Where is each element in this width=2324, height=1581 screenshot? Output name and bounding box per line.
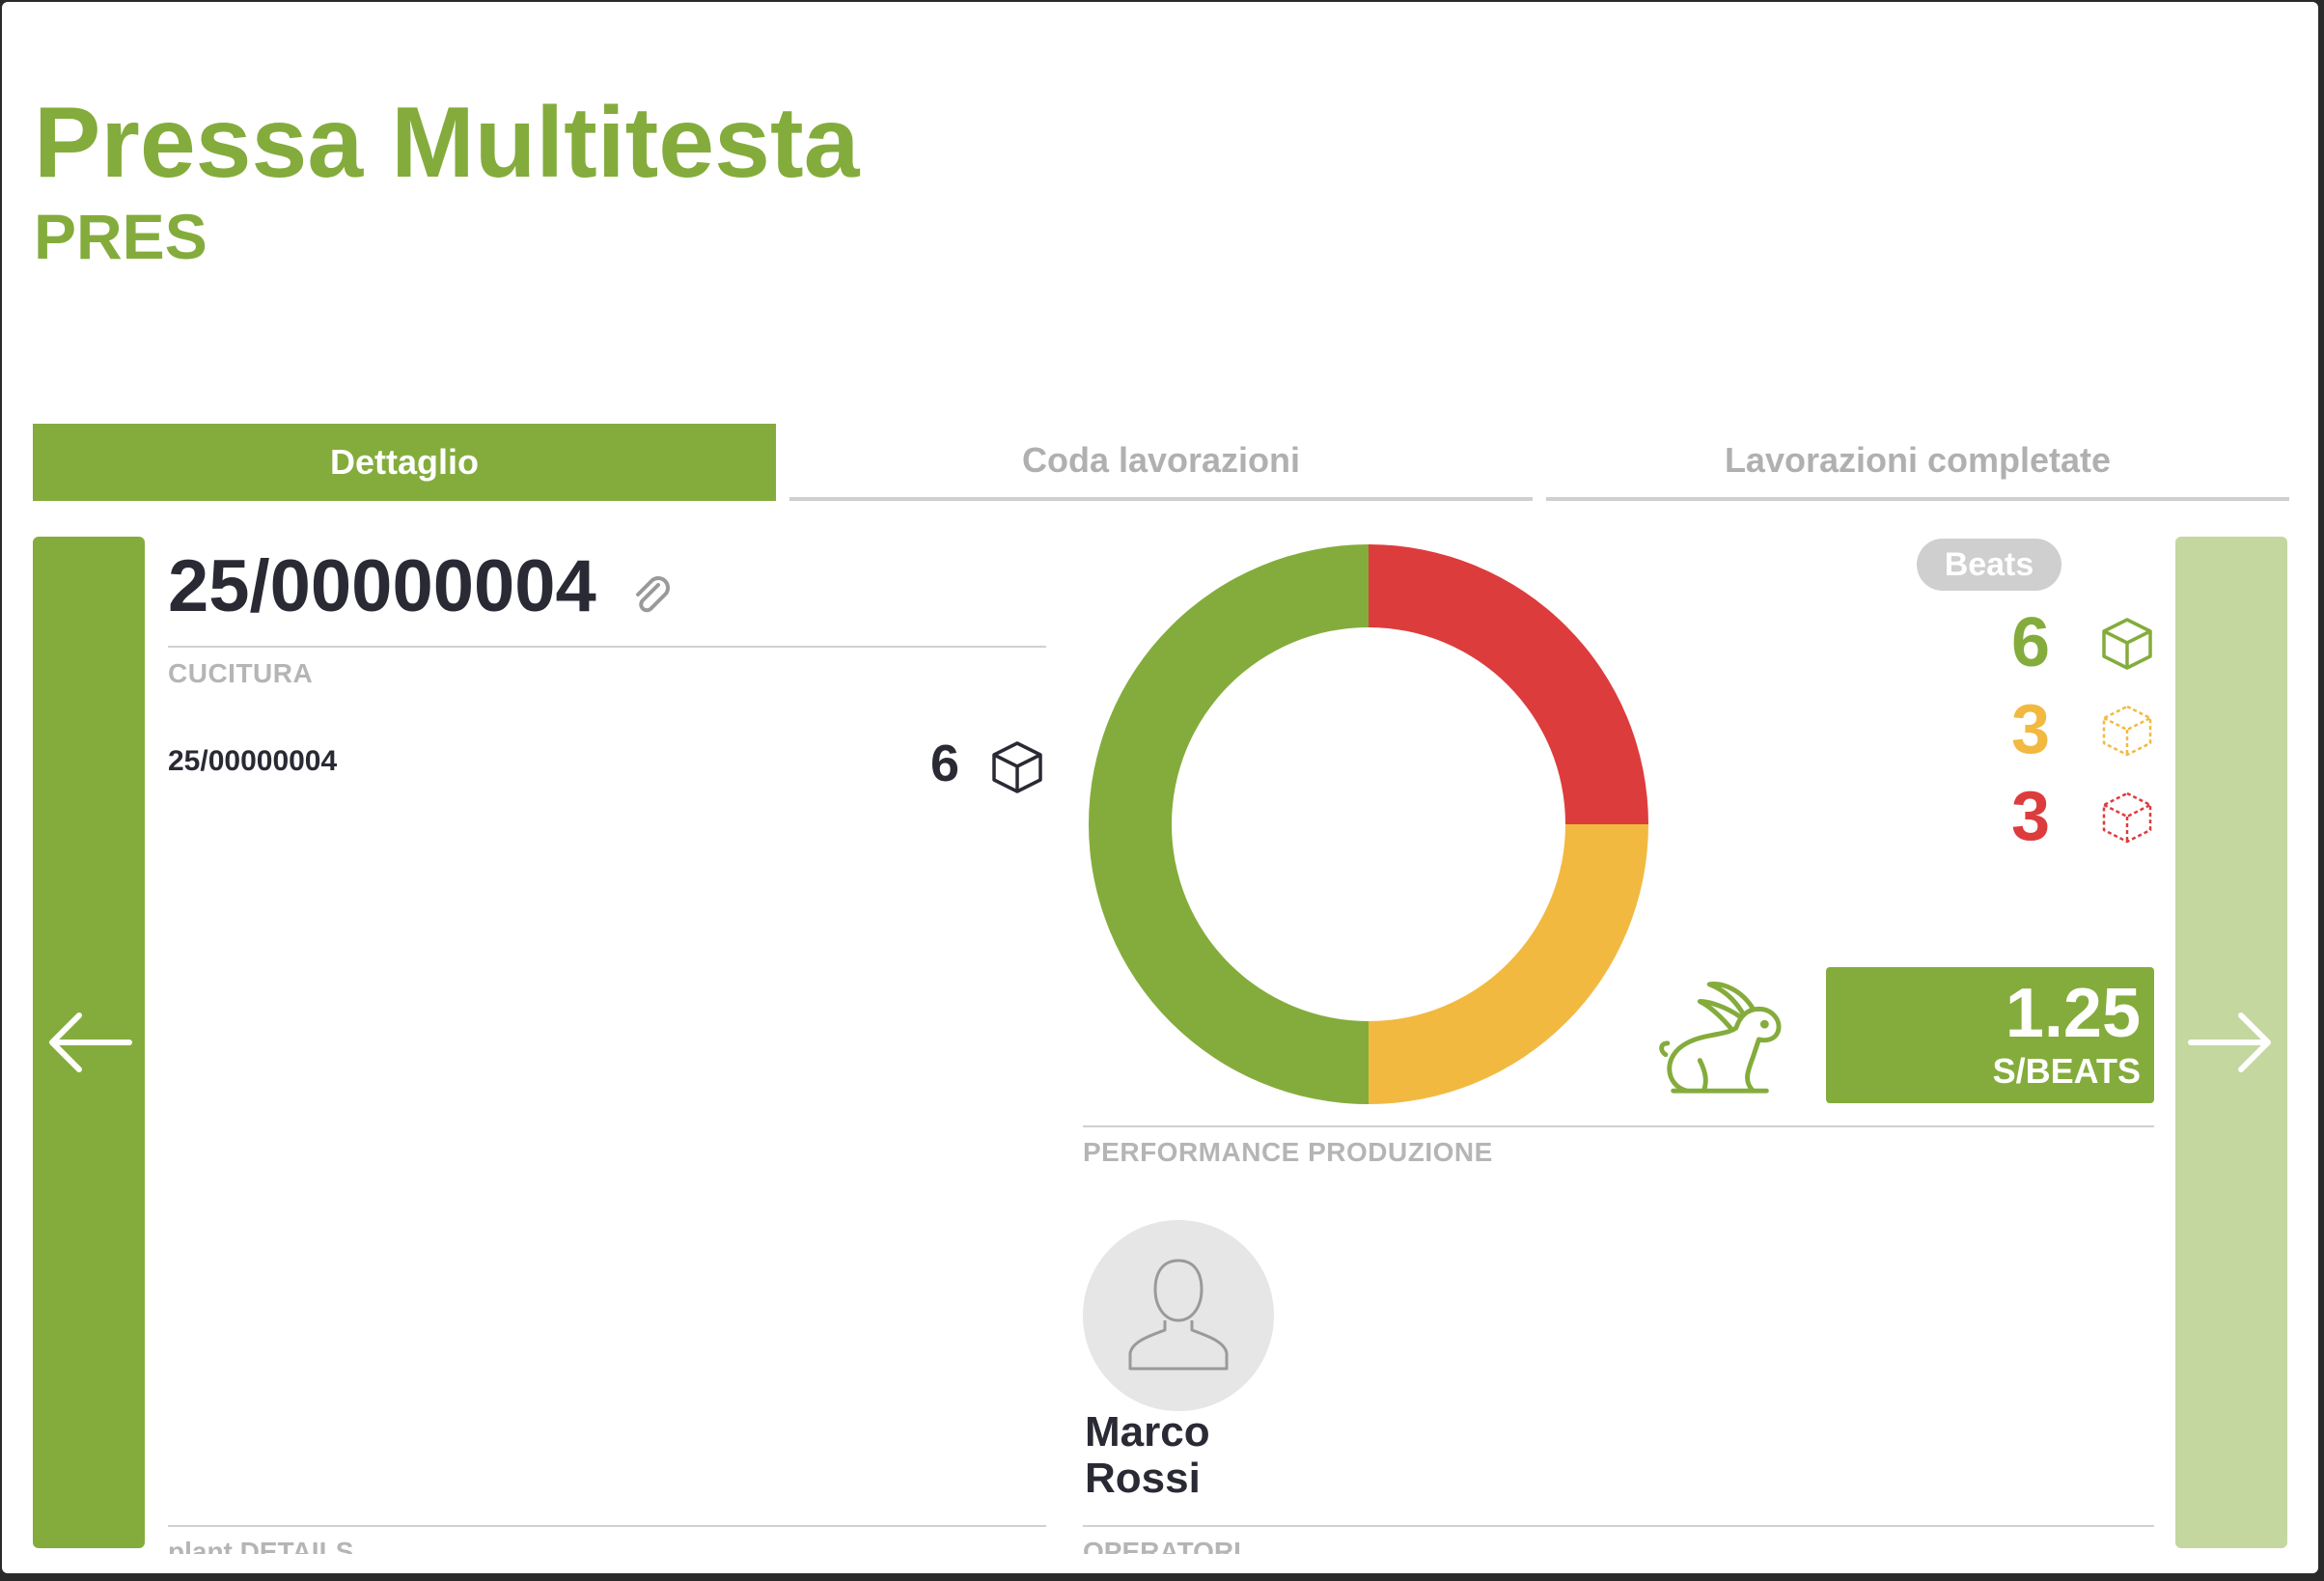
- operator-last-name: Rossi: [1085, 1455, 1201, 1503]
- order-count: 6: [930, 735, 960, 792]
- donut-segment-warning: [1369, 824, 1648, 1104]
- page-title: Pressa Multitesta: [34, 87, 860, 199]
- box-icon: [992, 741, 1042, 793]
- divider: [168, 1525, 1046, 1527]
- user-icon: [1128, 1259, 1229, 1371]
- machine-detail-window: Pressa Multitesta PRES Dettaglio Coda la…: [2, 2, 2318, 1573]
- clip-icon[interactable]: [629, 571, 676, 618]
- divider: [1083, 1125, 2154, 1127]
- divider: [168, 646, 1046, 648]
- operator-name: Marco Rossi: [1085, 1408, 1210, 1503]
- box-dashed-icon: [2102, 791, 2152, 844]
- beats-warning-count: 3: [2011, 691, 2051, 768]
- machine-code: PRES: [34, 201, 208, 272]
- beats-badge: Beats: [1917, 539, 2061, 591]
- order-number: 25/00000004: [168, 745, 338, 777]
- box-icon: [2102, 618, 2152, 670]
- tab-coda-lavorazioni[interactable]: Coda lavorazioni: [789, 424, 1533, 501]
- operators-label: OPERATORI: [1083, 1539, 1241, 1554]
- arrow-left-icon: [49, 1012, 132, 1072]
- donut-segment-scrap: [1369, 544, 1648, 824]
- phase-label: CUCITURA: [168, 658, 314, 688]
- next-button[interactable]: [2175, 537, 2287, 1548]
- speed-indicator: 1.25 S/BEATS: [1826, 967, 2154, 1103]
- donut-segment-good: [1089, 544, 1369, 1104]
- tab-dettaglio[interactable]: Dettaglio: [33, 424, 776, 501]
- rabbit-icon: [1659, 982, 1782, 1094]
- operator-first-name: Marco: [1085, 1408, 1210, 1456]
- operator-avatar[interactable]: [1083, 1220, 1274, 1411]
- speed-unit: S/BEATS: [1992, 1051, 2141, 1091]
- performance-label: PERFORMANCE PRODUZIONE: [1083, 1137, 1493, 1167]
- beats-good-count: 6: [2011, 604, 2051, 681]
- arrow-right-icon: [2188, 1012, 2271, 1072]
- beats-scrap-count: 3: [2011, 778, 2051, 855]
- speed-value: 1.25: [2005, 975, 2141, 1052]
- box-dashed-icon: [2102, 705, 2152, 757]
- beats-donut-chart: [1089, 544, 1648, 1104]
- job-id: 25/00000004: [168, 545, 596, 627]
- divider: [1083, 1525, 2154, 1527]
- plant-details-label: plant DETAILS: [168, 1539, 354, 1554]
- previous-button[interactable]: [33, 537, 145, 1548]
- tab-lavorazioni-completate[interactable]: Lavorazioni completate: [1546, 424, 2289, 501]
